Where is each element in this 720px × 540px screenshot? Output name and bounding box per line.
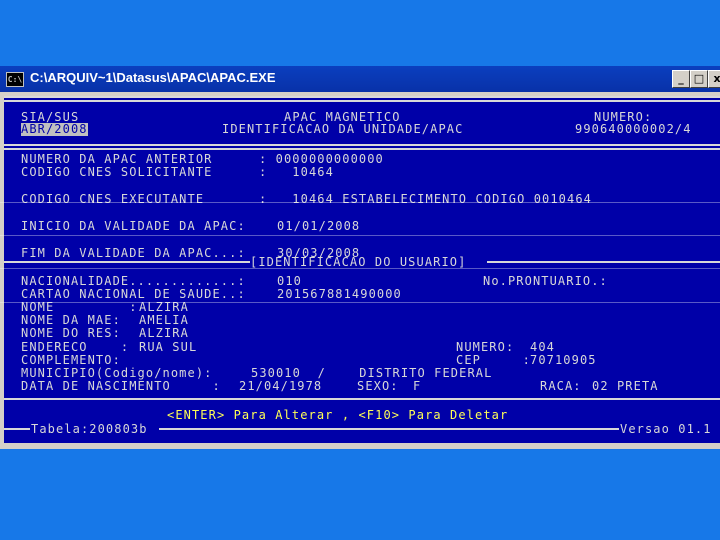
prontuario-label: No.PRONTUARIO.: [483,274,608,288]
maximize-button[interactable]: □ [690,70,708,88]
cartao-sus-field[interactable]: 201567881490000 [277,288,402,301]
tabela-label: Tabela:200803b [31,422,148,436]
background-rule [0,235,720,236]
apac-number-value: 990640000002/4 [575,122,692,136]
sexo-field[interactable]: F [413,380,421,393]
console-screen[interactable]: SIA/SUS ABR/2008 APAC MAGNETICO IDENTIFI… [4,96,720,443]
minimize-button[interactable]: _ [672,70,690,88]
inicio-validade-field[interactable]: 01/01/2008 [277,220,360,233]
header-divider-inner [4,148,720,150]
cnes-executante-label: CODIGO CNES EXECUTANTE [21,192,205,206]
action-hint: <ENTER> Para Alterar , <F10> Para Deleta… [167,408,509,422]
background-rule [0,202,720,203]
frame-top-border [4,96,720,98]
nome-responsavel-field[interactable]: ALZIRA [139,327,189,340]
console-app-icon[interactable]: C:\ [6,72,24,87]
period-label: ABR/2008 [21,122,88,136]
frame-top-border-inner [4,100,720,102]
inicio-validade-label: INICIO DA VALIDADE DA APAC: [21,219,246,233]
raca-label: RACA: [540,379,582,393]
cnes-solicitante-label: CODIGO CNES SOLICITANTE [21,165,213,179]
background-rule [0,268,720,269]
fim-validade-label: FIM DA VALIDADE DA APAC...: [21,246,246,260]
console-window: C:\ C:\ARQUIV~1\Datasus\APAC\APAC.EXE _ … [0,66,720,449]
header-divider [4,144,720,146]
endereco-field[interactable]: RUA SUL [139,341,197,354]
nome-responsavel-label: NOME DO RES: [21,326,121,340]
nascimento-label: DATA DE NASCIMENTO : [21,379,221,393]
background-top [0,0,720,66]
cep-field[interactable]: 70710905 [530,354,597,367]
background-rule [0,302,720,303]
close-button[interactable]: x [708,70,720,88]
raca-field[interactable]: 02 PRETA [592,380,659,393]
window-title: C:\ARQUIV~1\Datasus\APAC\APAC.EXE [30,70,276,85]
cnes-solicitante-field[interactable]: : 10464 [259,166,334,179]
footer-divider [4,398,720,400]
screen-subtitle: IDENTIFICACAO DA UNIDADE/APAC [222,122,464,136]
nascimento-field[interactable]: 21/04/1978 [239,380,322,393]
bottom-border-left [4,428,30,430]
bottom-border-mid [159,428,619,430]
title-bar[interactable]: C:\ C:\ARQUIV~1\Datasus\APAC\APAC.EXE _ … [0,66,720,92]
sexo-label: SEXO: [357,379,399,393]
cnes-executante-field[interactable]: : 10464 ESTABELECIMENTO CODIGO 0010464 [259,193,592,206]
background-bottom [0,449,720,540]
section-rule-right [487,261,720,263]
versao-label: Versao 01.1 [620,422,712,436]
section-rule-left [4,261,250,263]
